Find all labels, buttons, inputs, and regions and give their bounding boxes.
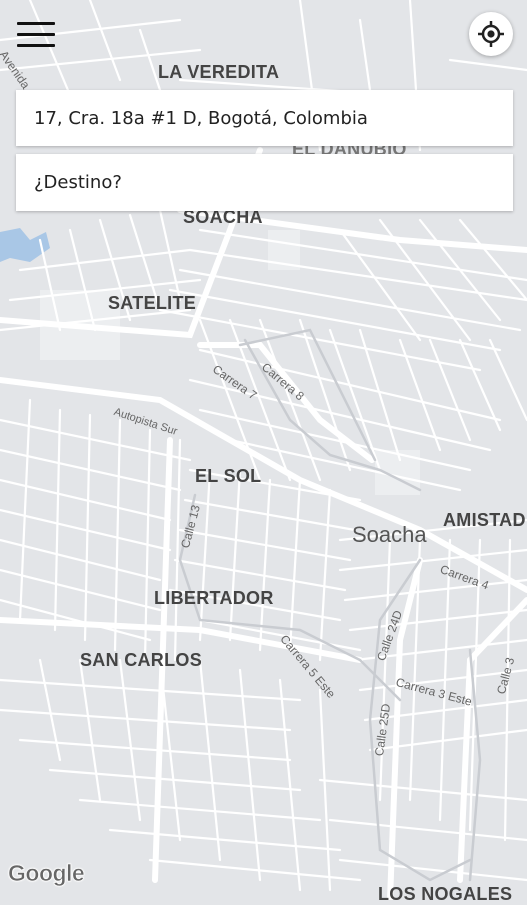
hamburger-menu-icon[interactable] [14, 18, 58, 52]
neighborhood-label: SAN CARLOS [80, 650, 203, 670]
crosshair-location-icon [478, 21, 504, 47]
neighborhood-label: LIBERTADOR [154, 588, 274, 608]
neighborhood-label: LOS NOGALES [378, 884, 513, 904]
locate-me-button[interactable] [469, 12, 513, 56]
town-label: Soacha [352, 522, 427, 547]
google-logo: Google [8, 860, 85, 887]
neighborhood-label: SATELITE [108, 293, 197, 313]
destination-field[interactable]: ¿Destino? [16, 154, 513, 211]
neighborhood-label: AMISTAD [443, 510, 526, 530]
neighborhood-label: LA VEREDITA [158, 62, 280, 82]
neighborhood-label: EL SOL [195, 466, 262, 486]
pickup-location-field[interactable]: 17, Cra. 18a #1 D, Bogotá, Colombia [16, 90, 513, 146]
